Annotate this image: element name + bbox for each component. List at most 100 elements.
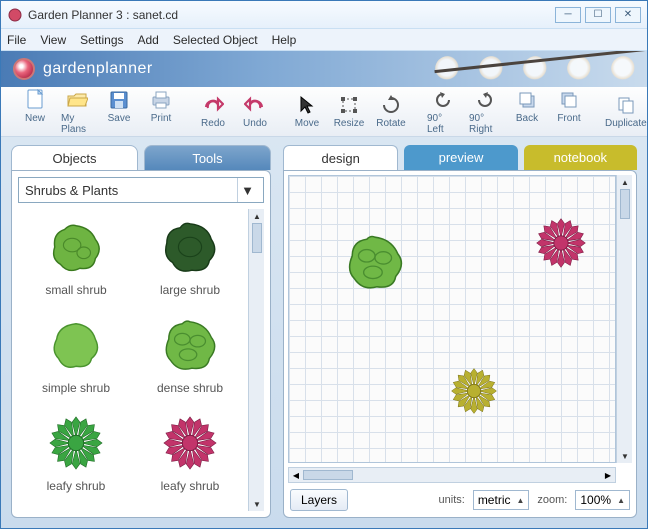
window-title: Garden Planner 3 : sanet.cd: [28, 8, 551, 22]
save-button[interactable]: Save: [103, 89, 135, 124]
canvas-object-leafy-magenta[interactable]: [534, 216, 588, 270]
brand-logo-icon: [13, 58, 35, 80]
scroll-left-icon[interactable]: ◀: [290, 469, 302, 481]
tab-notebook[interactable]: notebook: [524, 145, 637, 170]
menu-file[interactable]: File: [7, 33, 26, 47]
units-value: metric: [478, 493, 511, 507]
shrub-thumb-icon: [44, 411, 108, 475]
new-button[interactable]: New: [19, 89, 51, 124]
tab-objects[interactable]: Objects: [11, 145, 138, 170]
rotate-right-icon: [474, 89, 496, 111]
palette-item-simple[interactable]: simple shrub: [22, 313, 130, 407]
palette-item-label: dense shrub: [157, 381, 223, 395]
rotate-90-left-button[interactable]: 90° Left: [427, 89, 459, 135]
scroll-up-icon[interactable]: ▲: [251, 210, 263, 222]
palette-item-label: leafy shrub: [47, 479, 106, 493]
palette-item-leafy-magenta[interactable]: leafy shrub: [136, 411, 244, 505]
left-panel: Objects Tools Shrubs & Plants ▼ small sh…: [11, 145, 271, 518]
scroll-thumb[interactable]: [620, 189, 630, 219]
rotate-90-right-button[interactable]: 90° Right: [469, 89, 501, 135]
menu-view[interactable]: View: [40, 33, 66, 47]
save-icon: [108, 89, 130, 111]
brand-name: gardenplanner: [43, 60, 153, 78]
menu-help[interactable]: Help: [272, 33, 297, 47]
redo-button[interactable]: Redo: [197, 94, 229, 129]
scroll-up-icon[interactable]: ▲: [619, 176, 631, 188]
maximize-button[interactable]: ☐: [585, 7, 611, 23]
scroll-right-icon[interactable]: ▶: [602, 469, 614, 481]
toolbar: New My Plans Save Print Redo Undo Move R…: [1, 87, 647, 137]
menu-selected-object[interactable]: Selected Object: [173, 33, 258, 47]
duplicate-button[interactable]: Duplicate: [605, 94, 647, 129]
undo-icon: [244, 94, 266, 116]
scroll-thumb[interactable]: [252, 223, 262, 253]
zoom-select[interactable]: 100% ▲: [575, 490, 630, 510]
scroll-down-icon[interactable]: ▼: [619, 450, 631, 462]
bring-front-button[interactable]: Front: [553, 89, 585, 124]
duplicate-icon: [615, 94, 637, 116]
menubar: File View Settings Add Selected Object H…: [1, 29, 647, 51]
shrub-thumb-icon: [44, 313, 108, 377]
zoom-value: 100%: [580, 493, 611, 507]
rotate-icon: [380, 94, 402, 116]
units-select[interactable]: metric ▲: [473, 490, 530, 510]
send-back-button[interactable]: Back: [511, 89, 543, 124]
chevron-up-icon: ▲: [516, 496, 524, 505]
palette-item-dense[interactable]: dense shrub: [136, 313, 244, 407]
brand-banner: gardenplanner: [1, 51, 647, 87]
palette-item-label: large shrub: [160, 283, 220, 297]
shrub-thumb-icon: [158, 411, 222, 475]
canvas-hscrollbar[interactable]: ◀ ▶: [288, 467, 616, 483]
scroll-down-icon[interactable]: ▼: [251, 498, 263, 510]
menu-settings[interactable]: Settings: [80, 33, 123, 47]
tab-preview[interactable]: preview: [404, 145, 517, 170]
resize-icon: [338, 94, 360, 116]
palette-item-label: small shrub: [45, 283, 106, 297]
redo-icon: [202, 94, 224, 116]
zoom-label: zoom:: [537, 494, 567, 506]
print-icon: [150, 89, 172, 111]
object-grid: small shrub large shrub simple shrub dense …: [18, 209, 248, 511]
units-label: units:: [439, 494, 465, 506]
myplans-button[interactable]: My Plans: [61, 89, 93, 135]
print-button[interactable]: Print: [145, 89, 177, 124]
folder-open-icon: [66, 89, 88, 111]
new-file-icon: [24, 89, 46, 111]
tab-tools[interactable]: Tools: [144, 145, 271, 170]
move-button[interactable]: Move: [291, 94, 323, 129]
resize-button[interactable]: Resize: [333, 94, 365, 129]
design-canvas[interactable]: [288, 175, 616, 463]
right-panel: design preview notebook ▲ ▼: [283, 145, 637, 518]
palette-item-small[interactable]: small shrub: [22, 215, 130, 309]
menu-add[interactable]: Add: [138, 33, 159, 47]
shrub-thumb-icon: [44, 215, 108, 279]
canvas-container: ▲ ▼ ◀ ▶ Layers units:: [283, 170, 637, 518]
canvas-object-leafy-yellow[interactable]: [449, 366, 499, 416]
close-button[interactable]: ✕: [615, 7, 641, 23]
cursor-icon: [296, 94, 318, 116]
object-scrollbar[interactable]: ▲ ▼: [248, 209, 264, 511]
app-window: Garden Planner 3 : sanet.cd ─ ☐ ✕ File V…: [0, 0, 648, 529]
left-tab-row: Objects Tools: [11, 145, 271, 170]
layers-button[interactable]: Layers: [290, 489, 348, 511]
category-value: Shrubs & Plants: [25, 183, 118, 198]
scroll-thumb[interactable]: [303, 470, 353, 480]
chevron-up-icon: ▲: [617, 496, 625, 505]
chevron-down-icon: ▼: [237, 178, 257, 202]
right-tab-row: design preview notebook: [283, 145, 637, 170]
shrub-thumb-icon: [158, 313, 222, 377]
category-select[interactable]: Shrubs & Plants ▼: [18, 177, 264, 203]
content-area: Objects Tools Shrubs & Plants ▼ small sh…: [1, 137, 647, 528]
undo-button[interactable]: Undo: [239, 94, 271, 129]
app-icon: [7, 7, 23, 23]
banner-decoration: [292, 51, 647, 87]
palette-item-label: simple shrub: [42, 381, 110, 395]
palette-item-leafy-green[interactable]: leafy shrub: [22, 411, 130, 505]
titlebar: Garden Planner 3 : sanet.cd ─ ☐ ✕: [1, 1, 647, 29]
minimize-button[interactable]: ─: [555, 7, 581, 23]
rotate-button[interactable]: Rotate: [375, 94, 407, 129]
canvas-vscrollbar[interactable]: ▲ ▼: [616, 175, 632, 463]
canvas-object-dense-shrub[interactable]: [344, 231, 406, 293]
palette-item-large[interactable]: large shrub: [136, 215, 244, 309]
tab-design[interactable]: design: [283, 145, 398, 170]
